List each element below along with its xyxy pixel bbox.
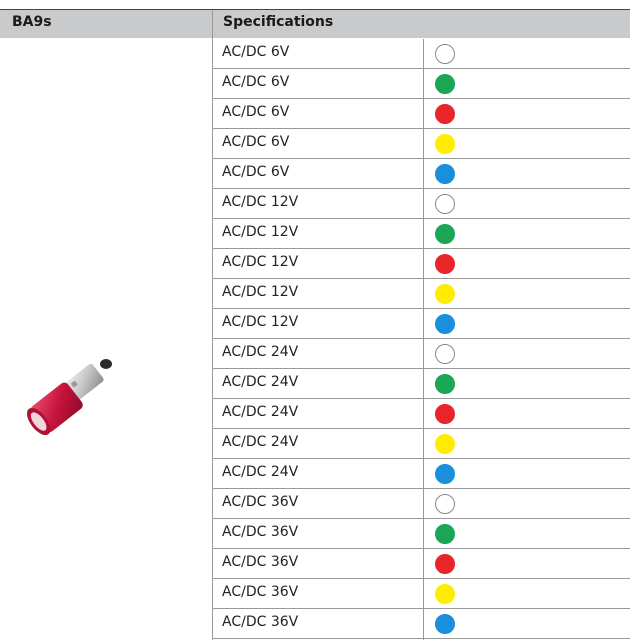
- color-cell: [424, 339, 630, 368]
- red-color-dot-icon: [435, 554, 455, 574]
- spec-value: AC/DC 24V: [222, 404, 299, 420]
- color-cell: [424, 129, 630, 158]
- table-row: AC/DC 36V: [213, 609, 630, 639]
- color-cell: [424, 429, 630, 458]
- spec-value: AC/DC 12V: [222, 284, 299, 300]
- blue-color-dot-icon: [435, 164, 455, 184]
- table-row: AC/DC 36V: [213, 519, 630, 549]
- spec-value: AC/DC 24V: [222, 344, 299, 360]
- ba9s-led-bulb-icon: [26, 359, 112, 436]
- spec-value: AC/DC 12V: [222, 254, 299, 270]
- spec-value: AC/DC 6V: [222, 74, 290, 90]
- color-cell: [424, 609, 630, 638]
- spec-value: AC/DC 24V: [222, 434, 299, 450]
- table-row: AC/DC 36V: [213, 489, 630, 519]
- color-cell: [424, 579, 630, 608]
- yellow-color-dot-icon: [435, 434, 455, 454]
- color-cell: [424, 189, 630, 218]
- white-color-dot-icon: [435, 494, 455, 514]
- yellow-color-dot-icon: [435, 284, 455, 304]
- color-cell: [424, 279, 630, 308]
- spec-value: AC/DC 36V: [222, 524, 299, 540]
- spec-value: AC/DC 24V: [222, 464, 299, 480]
- color-cell: [424, 519, 630, 548]
- table-row: AC/DC 6V: [213, 69, 630, 99]
- color-cell: [424, 159, 630, 188]
- color-cell: [424, 69, 630, 98]
- color-cell: [424, 459, 630, 488]
- blue-color-dot-icon: [435, 314, 455, 334]
- red-color-dot-icon: [435, 404, 455, 424]
- header-product-label: BA9s: [12, 14, 52, 30]
- product-image: [16, 348, 134, 444]
- yellow-color-dot-icon: [435, 584, 455, 604]
- red-color-dot-icon: [435, 254, 455, 274]
- table-row: AC/DC 12V: [213, 189, 630, 219]
- color-cell: [424, 309, 630, 338]
- header-product-cell: BA9s: [0, 10, 212, 38]
- spec-value: AC/DC 36V: [222, 554, 299, 570]
- table-row: AC/DC 24V: [213, 339, 630, 369]
- spec-value: AC/DC 24V: [222, 374, 299, 390]
- spec-value: AC/DC 6V: [222, 164, 290, 180]
- color-cell: [424, 219, 630, 248]
- color-cell: [424, 549, 630, 578]
- white-color-dot-icon: [435, 344, 455, 364]
- blue-color-dot-icon: [435, 464, 455, 484]
- color-cell: [424, 489, 630, 518]
- color-cell: [424, 39, 630, 68]
- table-row: AC/DC 24V: [213, 399, 630, 429]
- green-color-dot-icon: [435, 524, 455, 544]
- white-color-dot-icon: [435, 194, 455, 214]
- color-cell: [424, 99, 630, 128]
- header-spec-cell: Specifications: [213, 10, 630, 38]
- header-spec-label: Specifications: [223, 14, 334, 30]
- color-cell: [424, 369, 630, 398]
- table-row: AC/DC 24V: [213, 429, 630, 459]
- spec-value: AC/DC 36V: [222, 494, 299, 510]
- green-color-dot-icon: [435, 374, 455, 394]
- table-row: AC/DC 12V: [213, 279, 630, 309]
- table-row: AC/DC 6V: [213, 39, 630, 69]
- table-row: AC/DC 24V: [213, 369, 630, 399]
- table-row: AC/DC 36V: [213, 549, 630, 579]
- white-color-dot-icon: [435, 44, 455, 64]
- table-row: AC/DC 6V: [213, 159, 630, 189]
- spec-table: AC/DC 6V AC/DC 6V AC/DC 6V AC/DC 6V AC/DC 6V…: [213, 39, 630, 639]
- spec-value: AC/DC 6V: [222, 44, 290, 60]
- table-row: AC/DC 12V: [213, 249, 630, 279]
- green-color-dot-icon: [435, 224, 455, 244]
- table-row: AC/DC 12V: [213, 219, 630, 249]
- spec-value: AC/DC 12V: [222, 194, 299, 210]
- yellow-color-dot-icon: [435, 134, 455, 154]
- red-color-dot-icon: [435, 104, 455, 124]
- table-row: AC/DC 6V: [213, 129, 630, 159]
- table-row: AC/DC 24V: [213, 459, 630, 489]
- table-row: AC/DC 36V: [213, 579, 630, 609]
- spec-value: AC/DC 6V: [222, 134, 290, 150]
- green-color-dot-icon: [435, 74, 455, 94]
- spec-sheet: BA9s Specifications AC/DC 6V AC/DC 6V AC…: [0, 0, 630, 643]
- color-cell: [424, 249, 630, 278]
- color-cell: [424, 399, 630, 428]
- blue-color-dot-icon: [435, 614, 455, 634]
- spec-value: AC/DC 36V: [222, 584, 299, 600]
- spec-value: AC/DC 12V: [222, 314, 299, 330]
- table-row: AC/DC 6V: [213, 99, 630, 129]
- spec-value: AC/DC 12V: [222, 224, 299, 240]
- spec-value: AC/DC 36V: [222, 614, 299, 630]
- table-row: AC/DC 12V: [213, 309, 630, 339]
- spec-value: AC/DC 6V: [222, 104, 290, 120]
